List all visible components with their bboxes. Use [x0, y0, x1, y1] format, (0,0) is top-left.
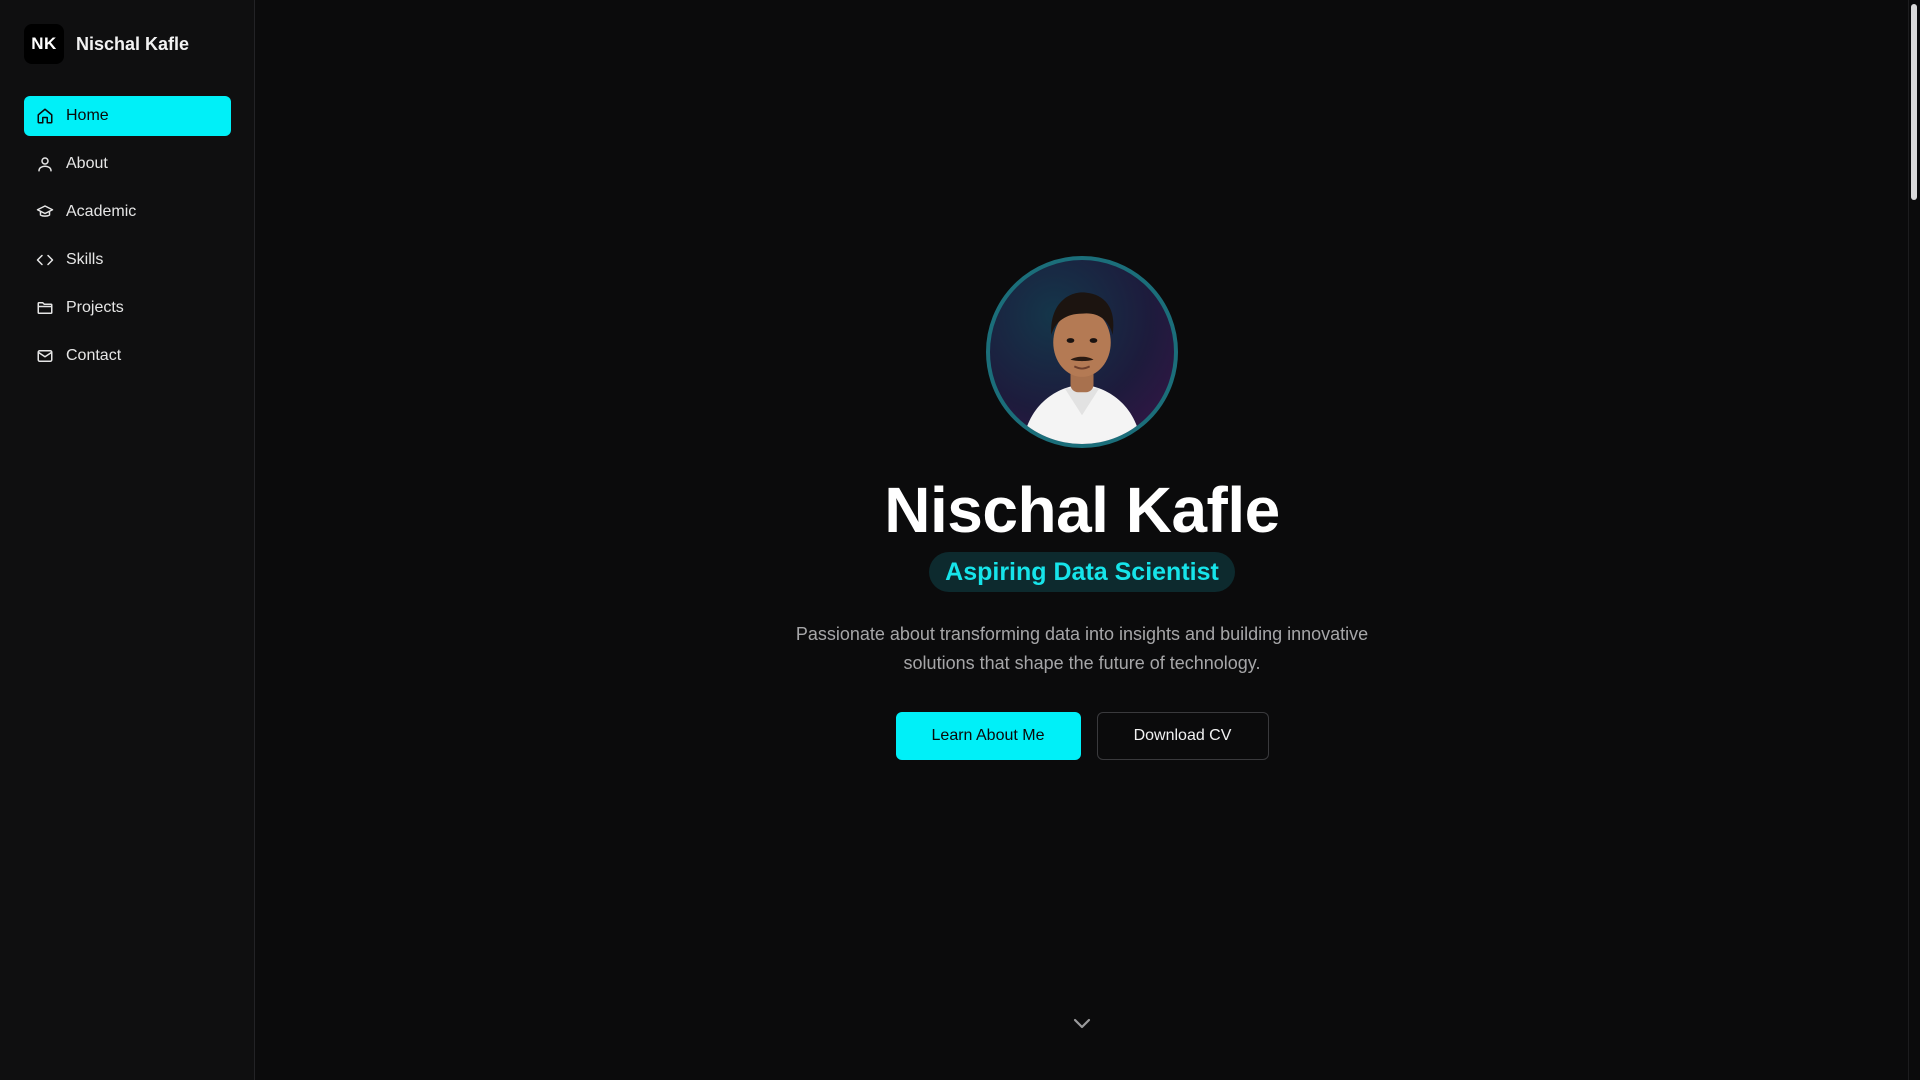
brand-logo: NK — [24, 24, 64, 64]
sidebar-item-label: About — [66, 155, 108, 172]
avatar — [986, 256, 1178, 448]
sidebar: NK Nischal Kafle Home About Academic Ski… — [0, 0, 255, 1080]
sidebar-item-contact[interactable]: Contact — [24, 336, 231, 376]
profile-photo — [1022, 292, 1142, 444]
code-icon — [36, 251, 54, 269]
mail-icon — [36, 347, 54, 365]
learn-about-me-button[interactable]: Learn About Me — [895, 712, 1081, 760]
scrollbar-thumb[interactable] — [1911, 4, 1917, 200]
folder-icon — [36, 299, 54, 317]
hero-section: Nischal Kafle Aspiring Data Scientist Pa… — [256, 256, 1908, 760]
download-cv-button[interactable]: Download CV — [1096, 712, 1269, 760]
sidebar-item-about[interactable]: About — [24, 144, 231, 184]
sidebar-item-label: Academic — [66, 203, 137, 220]
hero-name: Nischal Kafle — [884, 474, 1280, 546]
page-scrollbar[interactable] — [1908, 0, 1920, 1080]
hero-description: Passionate about transforming data into … — [795, 624, 1369, 673]
role-badge: Aspiring Data Scientist — [929, 552, 1235, 592]
sidebar-item-label: Skills — [66, 251, 104, 268]
sidebar-item-label: Contact — [66, 347, 122, 364]
brand[interactable]: NK Nischal Kafle — [24, 24, 189, 64]
main-content: Nischal Kafle Aspiring Data Scientist Pa… — [256, 0, 1908, 1080]
sidebar-item-academic[interactable]: Academic — [24, 192, 231, 232]
sidebar-item-home[interactable]: Home — [24, 96, 231, 136]
sidebar-item-label: Home — [66, 107, 109, 124]
graduation-cap-icon — [36, 203, 54, 221]
hero-actions: Learn About Me Download CV — [895, 712, 1269, 760]
brand-name: Nischal Kafle — [76, 33, 190, 54]
sidebar-item-label: Projects — [66, 299, 124, 316]
chevron-down-icon[interactable] — [1069, 1010, 1095, 1036]
sidebar-item-skills[interactable]: Skills — [24, 240, 231, 280]
sidebar-item-projects[interactable]: Projects — [24, 288, 231, 328]
sidebar-nav: Home About Academic Skills Projects Cont… — [24, 96, 231, 384]
user-icon — [36, 155, 54, 173]
home-icon — [36, 107, 54, 125]
